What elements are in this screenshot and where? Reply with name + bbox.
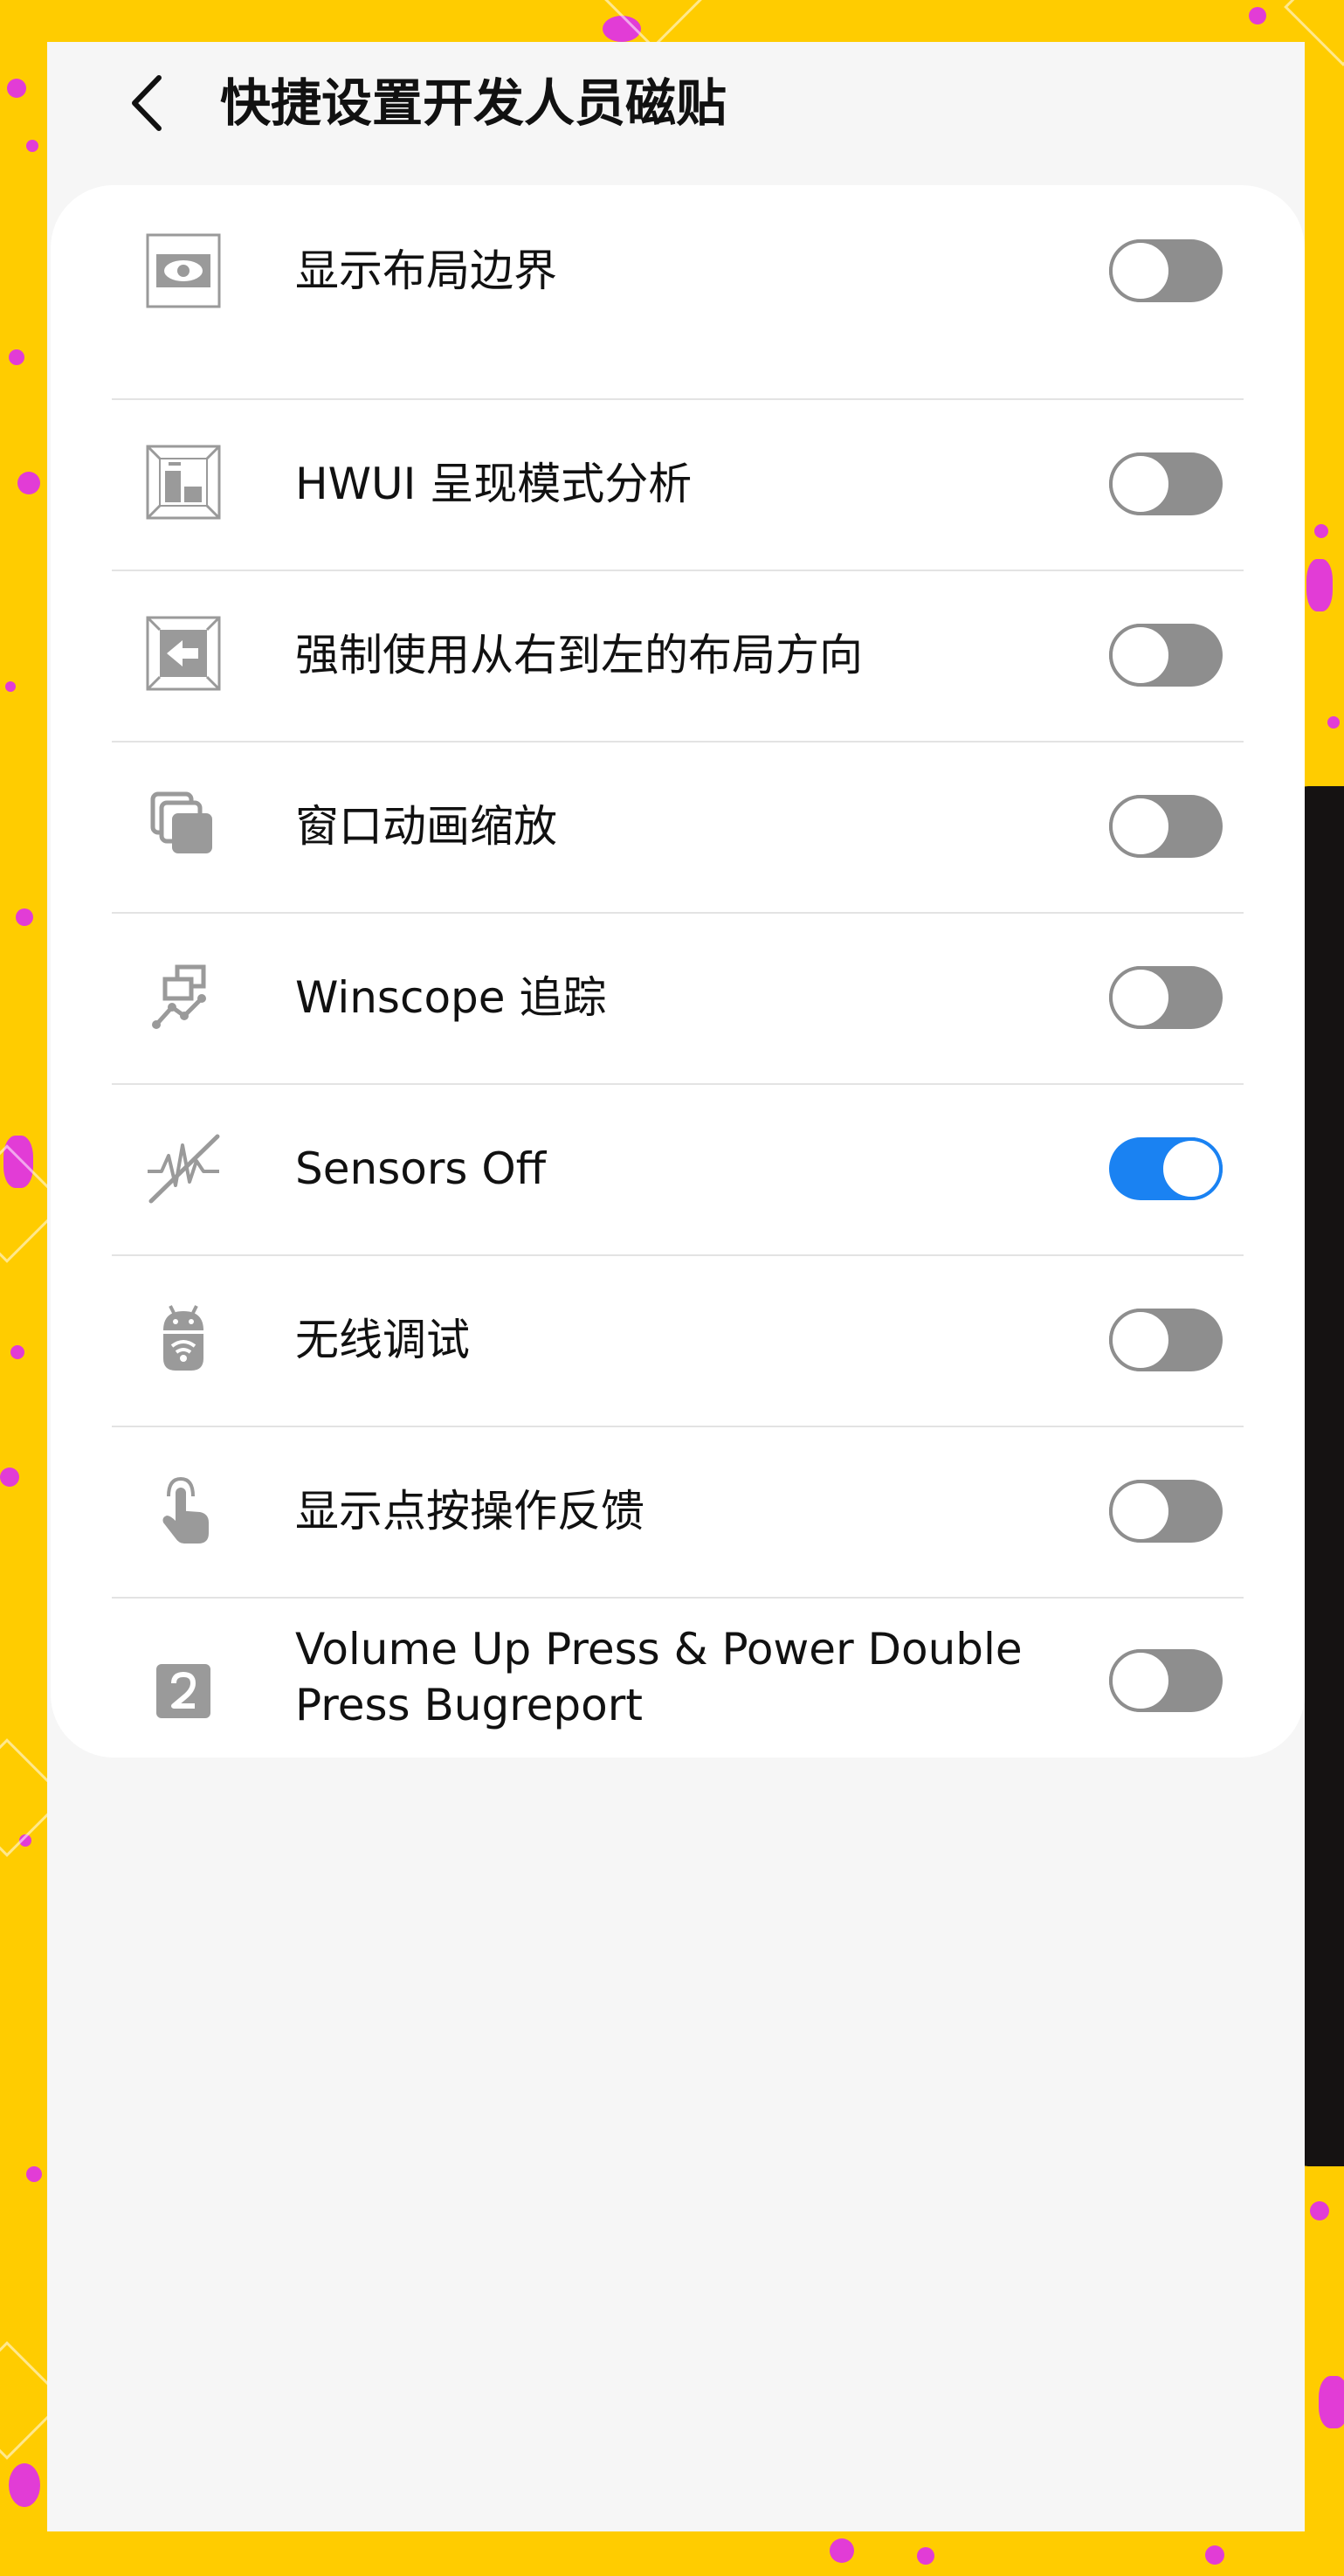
toggle-switch[interactable] (1109, 1137, 1223, 1200)
list-item-wireless-debugging[interactable]: 无线调试 (51, 1256, 1305, 1426)
toggle-switch[interactable] (1109, 1480, 1223, 1543)
sensors-off-icon (136, 1120, 231, 1214)
list-item-label: 显示点按操作反馈 (295, 1486, 644, 1537)
list-item-sensors-off[interactable]: Sensors Off (51, 1085, 1305, 1254)
arrow-left-box-icon (136, 606, 231, 701)
back-button[interactable] (108, 59, 187, 147)
stacked-windows-icon (136, 777, 231, 872)
chevron-left-icon (132, 75, 162, 131)
tap-finger-icon (136, 1462, 231, 1557)
list-item-label: Volume Up Press & Power Double Press Bug… (295, 1624, 1023, 1730)
list-item-label: Winscope 追踪 (295, 972, 607, 1023)
toggle-switch[interactable] (1109, 966, 1223, 1029)
list-item-label: 显示布局边界 (295, 245, 557, 296)
number-two-icon (136, 1644, 231, 1738)
app-bar: 快捷设置开发人员磁贴 (47, 42, 1305, 182)
toggle-switch[interactable] (1109, 452, 1223, 515)
list-item-force-rtl[interactable]: 强制使用从右到左的布局方向 (51, 571, 1305, 741)
list-item-winscope-trace[interactable]: Winscope 追踪 (51, 914, 1305, 1083)
list-item-hwui-profile[interactable]: HWUI 呈现模式分析 (51, 400, 1305, 570)
list-item-window-animation-scale[interactable]: 窗口动画缩放 (51, 742, 1305, 912)
list-item-label: 强制使用从右到左的布局方向 (295, 630, 863, 680)
page-title: 快捷设置开发人员磁贴 (220, 73, 727, 133)
toggle-switch[interactable] (1109, 1309, 1223, 1371)
list-item-label: 窗口动画缩放 (295, 801, 557, 852)
toggle-switch[interactable] (1109, 239, 1223, 302)
list-item-show-layout-bounds[interactable]: 显示布局边界 (51, 185, 1305, 356)
list-item-bugreport-shortcut[interactable]: Volume Up Press & Power Double Press Bug… (51, 1599, 1305, 1758)
toggle-switch[interactable] (1109, 624, 1223, 687)
toggle-switch[interactable] (1109, 1649, 1223, 1712)
list-item-label: HWUI 呈现模式分析 (295, 459, 693, 509)
tiles-list: 显示布局边界 HWUI 呈现模式分析 强制使用从右到左的布局方向 窗口动画缩放 … (51, 185, 1305, 1758)
android-wifi-icon (136, 1291, 231, 1385)
bar-chart-icon (136, 435, 231, 529)
trace-graph-icon (136, 949, 231, 1043)
toggle-switch[interactable] (1109, 795, 1223, 858)
list-item-label: Sensors Off (295, 1143, 547, 1194)
list-item-label: 无线调试 (295, 1315, 470, 1365)
quick-settings-tiles-screen: 快捷设置开发人员磁贴 显示布局边界 HWUI 呈现模式分析 强制使用从右到左的布… (47, 42, 1305, 2531)
eye-bounds-icon (136, 224, 231, 318)
list-item-show-taps[interactable]: 显示点按操作反馈 (51, 1427, 1305, 1597)
